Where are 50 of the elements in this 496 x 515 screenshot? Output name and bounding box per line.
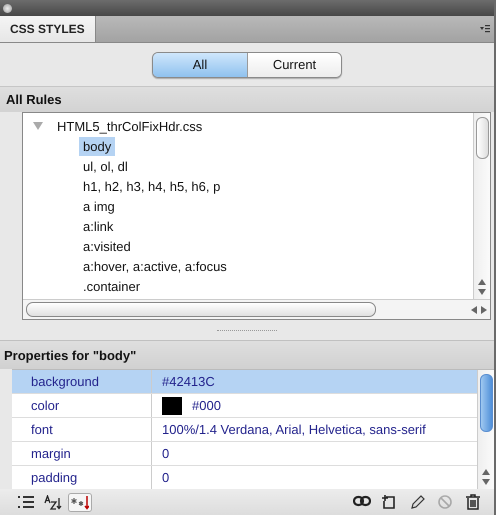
rule-item[interactable]: a:hover, a:active, a:focus: [79, 256, 231, 276]
scroll-down-icon: [478, 289, 486, 295]
scroll-down-icon: [482, 479, 490, 485]
scroll-right-icon: [481, 306, 487, 314]
view-toggle-button[interactable]: [42, 494, 64, 510]
property-value[interactable]: 0: [162, 470, 170, 485]
section-heading: All Rules: [6, 92, 62, 107]
property-value[interactable]: 100%/1.4 Verdana, Arial, Helvetica, sans-serif: [162, 422, 426, 437]
rule-item[interactable]: a img: [79, 196, 119, 216]
scrollbar-thumb[interactable]: [480, 374, 492, 432]
pencil-icon: [409, 494, 427, 510]
view-toggle-button[interactable]: [68, 492, 92, 512]
rule-item[interactable]: body: [79, 136, 116, 156]
scroll-up-icon: [482, 469, 490, 475]
property-row[interactable]: color #000: [12, 394, 477, 418]
sort-az-icon: [44, 494, 62, 510]
horizontal-scrollbar[interactable]: [23, 299, 490, 319]
rule-item[interactable]: h1, h2, h3, h4, h5, h6, p: [79, 176, 224, 196]
property-name: background: [12, 370, 152, 393]
category-view-icon: [18, 494, 36, 510]
mode-toggle-button[interactable]: Current: [247, 52, 341, 76]
property-name: font: [12, 418, 152, 441]
property-name: color: [12, 394, 152, 417]
property-row[interactable]: font 100%/1.4 Verdana, Arial, Helvetica, sans-serif: [12, 418, 477, 442]
asterisk-sort-icon: [71, 494, 89, 510]
scroll-up-icon: [478, 279, 486, 285]
rule-item[interactable]: .container: [79, 276, 144, 296]
scrollbar-thumb[interactable]: [26, 302, 376, 317]
trash-icon: [465, 494, 483, 510]
section-heading: Properties for "body": [4, 348, 136, 362]
scroll-left-icon: [471, 306, 477, 314]
stylesheet-item[interactable]: HTML5_thrColFixHdr.css: [53, 116, 206, 136]
close-dot-icon[interactable]: [3, 4, 12, 12]
property-row[interactable]: background #42413C: [12, 370, 477, 394]
property-value[interactable]: #42413C: [162, 374, 215, 389]
property-name: margin: [12, 442, 152, 465]
vertical-scrollbar[interactable]: [473, 113, 490, 299]
property-value[interactable]: 0: [162, 446, 170, 461]
property-row[interactable]: margin 0: [12, 442, 477, 466]
scrollbar-thumb[interactable]: [476, 117, 488, 159]
rule-item[interactable]: ul, ol, dl: [79, 156, 132, 176]
rule-item[interactable]: a:link: [79, 216, 118, 236]
disable-icon: [437, 494, 455, 510]
property-value[interactable]: #000: [192, 398, 221, 413]
mode-toggle-button[interactable]: All: [153, 52, 247, 76]
rule-item[interactable]: a:visited: [79, 236, 135, 256]
vertical-scrollbar[interactable]: [477, 370, 494, 489]
panel-tab[interactable]: CSS STYLES: [0, 16, 96, 42]
color-swatch[interactable]: [162, 396, 182, 414]
panel-menu-icon[interactable]: [480, 25, 490, 33]
